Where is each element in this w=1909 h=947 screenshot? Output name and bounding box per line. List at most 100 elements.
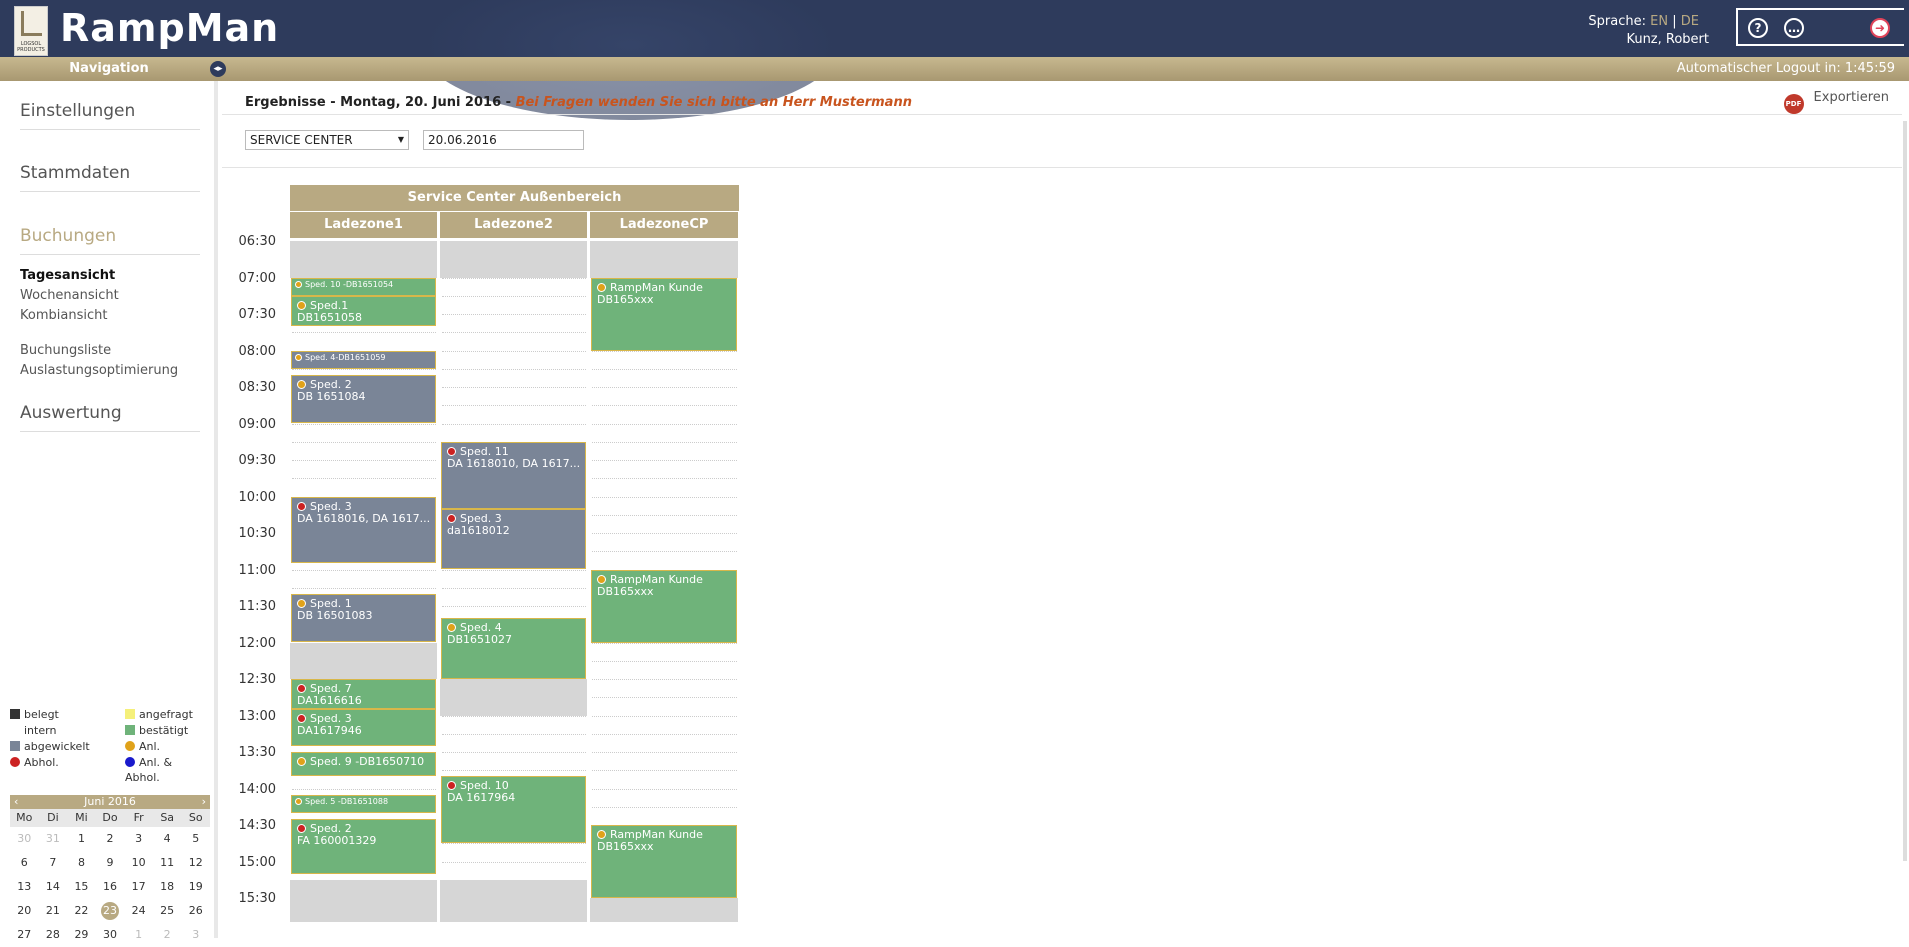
time-slot[interactable] (592, 423, 737, 425)
time-slot[interactable] (292, 788, 436, 790)
time-slot[interactable] (442, 587, 586, 589)
booking-block[interactable]: RampMan Kunde DB165xxx (591, 825, 737, 898)
booking-block[interactable]: Sped. 10 DA 1617964 (441, 776, 586, 844)
time-slot[interactable] (442, 733, 586, 735)
calendar-next-button[interactable]: › (202, 795, 206, 809)
logout-icon[interactable]: ➜ (1870, 18, 1890, 38)
calendar-day[interactable]: 3 (181, 923, 210, 947)
sidebar-item-kombiansicht[interactable]: Kombiansicht (20, 308, 107, 323)
time-slot[interactable] (442, 405, 586, 407)
time-slot[interactable] (442, 715, 586, 717)
chat-icon[interactable]: … (1784, 18, 1804, 38)
time-slot[interactable] (442, 332, 586, 334)
location-select[interactable]: SERVICE CENTER ▼ (245, 130, 409, 150)
time-slot[interactable] (592, 350, 737, 352)
sidebar-item-auswertung[interactable]: Auswertung (20, 403, 200, 432)
booking-block[interactable]: Sped. 3 DA 1618016, DA 1617... (291, 496, 436, 564)
time-slot[interactable] (592, 478, 737, 480)
help-icon[interactable]: ? (1748, 18, 1768, 38)
sidebar-toggle-icon[interactable]: ◂▸ (210, 61, 226, 77)
time-slot[interactable] (292, 368, 436, 370)
sidebar-item-stammdaten[interactable]: Stammdaten (20, 163, 200, 192)
calendar-day[interactable]: 9 (96, 851, 125, 875)
time-slot[interactable] (592, 806, 737, 808)
time-slot[interactable] (592, 770, 737, 772)
time-slot[interactable] (592, 387, 737, 388)
calendar-day[interactable]: 5 (181, 827, 210, 851)
time-slot[interactable] (592, 752, 737, 753)
sidebar-item-buchungsliste[interactable]: Buchungsliste (20, 343, 111, 358)
calendar-day[interactable]: 28 (39, 923, 68, 947)
calendar-day[interactable]: 31 (39, 827, 68, 851)
time-slot[interactable] (292, 441, 436, 443)
lang-en-link[interactable]: EN (1650, 14, 1668, 29)
time-slot[interactable] (442, 314, 586, 315)
calendar-day[interactable]: 26 (181, 899, 210, 923)
time-slot[interactable] (442, 843, 586, 845)
calendar-day[interactable]: 1 (124, 923, 153, 947)
time-slot[interactable] (442, 423, 586, 425)
calendar-day[interactable]: 25 (153, 899, 182, 923)
calendar-day[interactable]: 12 (181, 851, 210, 875)
time-slot[interactable] (442, 606, 586, 607)
sidebar-item-tagesansicht[interactable]: Tagesansicht (20, 268, 115, 283)
time-slot[interactable] (442, 752, 586, 753)
calendar-day[interactable]: 16 (96, 875, 125, 899)
time-slot[interactable] (292, 332, 436, 334)
time-slot[interactable] (292, 587, 436, 589)
time-slot[interactable] (292, 569, 436, 571)
calendar-day[interactable]: 19 (181, 875, 210, 899)
booking-block[interactable]: Sped. 4 DB1651027 (441, 618, 586, 679)
calendar-day[interactable]: 10 (124, 851, 153, 875)
time-slot[interactable] (592, 551, 737, 553)
calendar-day[interactable]: 13 (10, 875, 39, 899)
sidebar-item-wochenansicht[interactable]: Wochenansicht (20, 288, 119, 303)
time-slot[interactable] (592, 642, 737, 644)
calendar-day[interactable]: 30 (96, 923, 125, 947)
sidebar-item-auslastungsoptimierung[interactable]: Auslastungsoptimierung (20, 363, 178, 378)
calendar-day[interactable]: 23 (96, 899, 125, 923)
booking-block[interactable]: Sped. 11 DA 1618010, DA 1617... (441, 441, 586, 509)
calendar-day[interactable]: 29 (67, 923, 96, 947)
time-slot[interactable] (592, 679, 737, 680)
sidebar-item-einstellungen[interactable]: Einstellungen (20, 101, 200, 130)
time-slot[interactable] (442, 861, 586, 863)
time-slot[interactable] (592, 405, 737, 407)
sidebar-item-buchungen[interactable]: Buchungen (20, 226, 200, 255)
booking-block[interactable]: Sped. 7 DA1616616 (291, 679, 436, 710)
booking-block[interactable]: Sped. 5 -DB1651088 (291, 794, 436, 813)
calendar-day[interactable]: 6 (10, 851, 39, 875)
calendar-day[interactable]: 20 (10, 899, 39, 923)
calendar-day[interactable]: 24 (124, 899, 153, 923)
lang-de-link[interactable]: DE (1681, 14, 1699, 29)
time-slot[interactable] (442, 295, 586, 297)
time-slot[interactable] (442, 350, 586, 352)
calendar-prev-button[interactable]: ‹ (14, 795, 18, 809)
calendar-day[interactable]: 30 (10, 827, 39, 851)
time-slot[interactable] (442, 277, 586, 279)
export-button[interactable]: PDF Exportieren (1783, 90, 1889, 114)
time-slot[interactable] (592, 368, 737, 370)
calendar-day[interactable]: 17 (124, 875, 153, 899)
time-slot[interactable] (442, 387, 586, 388)
time-slot[interactable] (442, 770, 586, 772)
time-slot[interactable] (592, 697, 737, 699)
booking-block[interactable]: Sped. 3 da1618012 (441, 508, 586, 570)
time-slot[interactable] (292, 460, 436, 461)
booking-block[interactable]: Sped. 1 DB 16501083 (291, 593, 436, 643)
calendar-day[interactable]: 21 (39, 899, 68, 923)
booking-block[interactable]: Sped. 9 -DB1650710 (291, 752, 436, 777)
time-slot[interactable] (592, 441, 737, 443)
booking-block[interactable]: Sped. 4-DB1651059 (291, 350, 436, 369)
calendar-day[interactable]: 8 (67, 851, 96, 875)
time-slot[interactable] (292, 478, 436, 480)
time-slot[interactable] (592, 715, 737, 717)
calendar-day[interactable]: 22 (67, 899, 96, 923)
booking-block[interactable]: Sped. 2 FA 160001329 (291, 818, 436, 874)
date-input[interactable]: 20.06.2016 (423, 130, 584, 150)
time-slot[interactable] (592, 514, 737, 516)
time-slot[interactable] (592, 660, 737, 662)
time-slot[interactable] (592, 533, 737, 534)
calendar-day[interactable]: 2 (96, 827, 125, 851)
booking-block[interactable]: RampMan Kunde DB165xxx (591, 277, 737, 351)
